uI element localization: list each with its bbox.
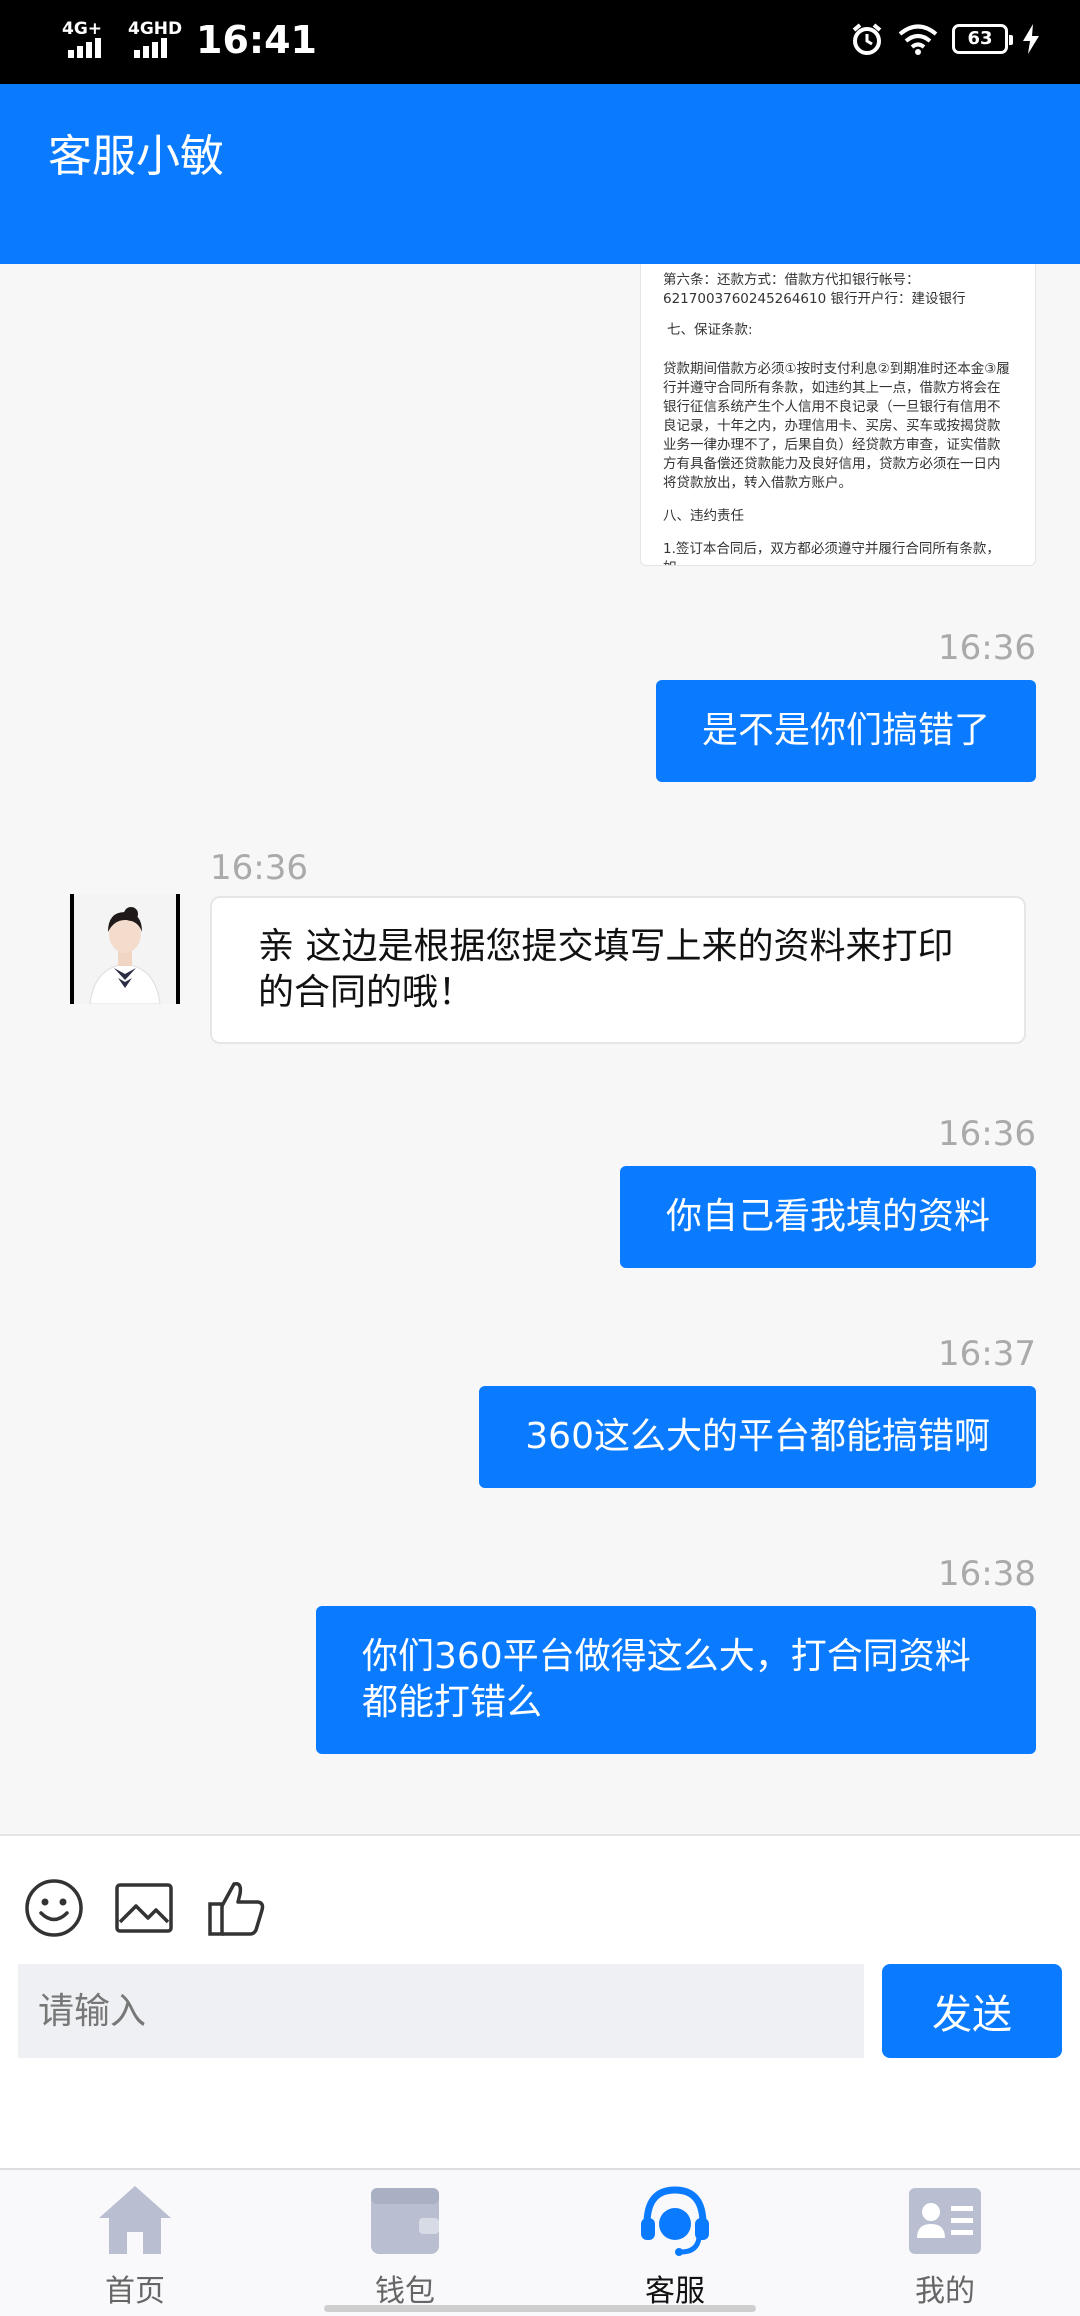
received-message-bubble[interactable]: 亲 这边是根据您提交填写上来的资料来打印的合同的哦！: [210, 896, 1026, 1044]
nav-label: 我的: [915, 2274, 975, 2309]
network-signal-icon: 4G+: [62, 20, 114, 60]
agent-portrait-icon: [74, 894, 176, 1004]
contract-line: 贷款期间借款方必须①按时支付利息②到期准时还本金③履行并遵守合同所有条款，如违约…: [663, 361, 1010, 491]
network-type-label-2: 4GHD: [128, 19, 183, 39]
nav-label: 首页: [105, 2274, 165, 2309]
status-time: 16:41: [196, 18, 317, 62]
nav-item-mine[interactable]: 我的: [875, 2180, 1015, 2310]
app-header: 客服小敏: [0, 84, 1080, 264]
alarm-icon: [852, 23, 882, 55]
nav-label: 客服: [645, 2274, 705, 2309]
message-time: 16:36: [938, 1114, 1036, 1154]
message-time: 16:36: [210, 848, 308, 888]
sent-message-bubble[interactable]: 你自己看我填的资料: [619, 1166, 1036, 1268]
battery-icon: 63: [952, 24, 1013, 54]
profile-card-icon: [909, 2188, 981, 2254]
contract-line: 第六条：还款方式：借款方代扣银行帐号：6217003760245264610 银…: [663, 272, 966, 307]
message-time: 16:38: [938, 1554, 1036, 1594]
wallet-icon: [371, 2188, 439, 2254]
emoji-icon[interactable]: [22, 1876, 86, 1940]
network-signal-icon-2: 4GHD: [128, 19, 183, 60]
page-title: 客服小敏: [48, 131, 224, 182]
thumbs-up-icon[interactable]: [204, 1876, 268, 1940]
wifi-icon: [898, 24, 938, 55]
contract-line: 1.签订本合同后，双方都必须遵守并履行合同所有条款，如: [663, 541, 1000, 565]
send-button[interactable]: 发送: [882, 1964, 1062, 2058]
nav-label: 钱包: [375, 2274, 435, 2309]
sent-message-bubble[interactable]: 是不是你们搞错了: [655, 680, 1036, 782]
contract-line: 八、违约责任: [663, 508, 744, 524]
charging-icon: [1023, 24, 1039, 54]
sent-message-bubble[interactable]: 360这么大的平台都能搞错啊: [479, 1386, 1036, 1488]
nav-item-home[interactable]: 首页: [65, 2180, 205, 2310]
nav-item-wallet[interactable]: 钱包: [335, 2180, 475, 2310]
bottom-nav: 首页 钱包 客服 我的: [0, 2168, 1080, 2316]
network-type-label: 4G+: [62, 19, 103, 39]
image-icon[interactable]: [112, 1876, 176, 1940]
home-indicator[interactable]: [324, 2305, 756, 2312]
agent-avatar: [70, 894, 180, 1004]
message-time: 16:36: [938, 628, 1036, 668]
home-icon: [99, 2186, 171, 2254]
contract-line: 七、保证条款:: [667, 322, 753, 338]
nav-item-service[interactable]: 客服: [605, 2180, 745, 2310]
sent-message-bubble[interactable]: 你们360平台做得这么大，打合同资料都能打错么: [316, 1606, 1036, 1754]
contract-image-message[interactable]: 第六条：还款方式：借款方代扣银行帐号：6217003760245264610 银…: [640, 264, 1036, 566]
chat-message-list[interactable]: 第六条：还款方式：借款方代扣银行帐号：6217003760245264610 银…: [0, 264, 1080, 1834]
message-composer: 发送: [0, 1834, 1080, 2168]
message-time: 16:37: [938, 1334, 1036, 1374]
message-input[interactable]: [18, 1964, 864, 2058]
headset-icon: [641, 2186, 709, 2256]
status-bar: 4G+ 4GHD 16:41 63: [0, 0, 1080, 84]
